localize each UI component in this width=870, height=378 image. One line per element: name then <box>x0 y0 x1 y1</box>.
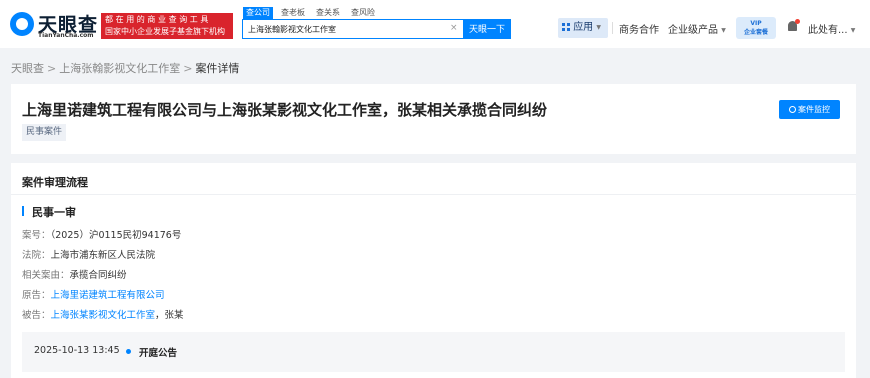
slogan-line-2: 国家中小企业发展子基金旗下机构 <box>105 27 225 36</box>
vip-diamond-icon: VIP <box>750 20 762 27</box>
stage-marker <box>22 206 24 216</box>
clear-icon[interactable]: × <box>450 23 458 33</box>
nav-business[interactable]: 商务合作 <box>619 21 659 36</box>
breadcrumb-company[interactable]: 上海张翰影视文化工作室 <box>59 62 180 75</box>
case-monitor-button[interactable]: 案件监控 <box>779 100 840 119</box>
plaintiff-link[interactable]: 上海里诺建筑工程有限公司 <box>51 290 165 301</box>
breadcrumb-separator: > <box>47 62 57 75</box>
timeline-date: 2025-10-13 13:45 <box>34 345 120 356</box>
apps-grid-icon <box>562 23 570 31</box>
defendant-row: 被告：上海张某影视文化工作室，张某 <box>22 307 184 321</box>
chevron-down-icon: ▼ <box>721 27 726 34</box>
search-input[interactable] <box>248 20 438 38</box>
breadcrumb-separator: > <box>183 62 193 75</box>
tab-relation[interactable]: 查关系 <box>313 7 343 19</box>
tab-risk[interactable]: 查风险 <box>348 7 378 19</box>
logo-subtext: TianYanCha.com <box>38 32 94 39</box>
chevron-down-icon: ▼ <box>850 27 856 34</box>
slogan-banner: 都在用的商业查询工具 国家中小企业发展子基金旗下机构 <box>101 13 233 39</box>
user-label: 此处有... <box>808 25 848 36</box>
logo-eye-icon <box>10 12 34 36</box>
tab-company[interactable]: 查公司 <box>243 7 273 19</box>
breadcrumb-home[interactable]: 天眼查 <box>11 62 44 75</box>
cause-key: 相关案由： <box>22 270 70 281</box>
stage-title: 民事一审 <box>32 206 76 219</box>
apps-menu[interactable]: 应用 ▼ <box>558 18 608 38</box>
notification-dot <box>795 19 800 24</box>
page-title: 上海里诺建筑工程有限公司与上海张某影视文化工作室，张某相关承揽合同纠纷 <box>22 101 548 119</box>
defendant-separator: ， <box>155 310 165 321</box>
breadcrumb: 天眼查 > 上海张翰影视文化工作室 > 案件详情 <box>11 60 239 76</box>
breadcrumb-current: 案件详情 <box>195 62 240 75</box>
court-value: 上海市浦东新区人民法院 <box>50 250 156 261</box>
location-icon <box>789 106 796 113</box>
case-number-row: 案号：（2025）沪0115民初94176号 <box>22 227 181 241</box>
defendant-company-link[interactable]: 上海张某影视文化工作室 <box>51 310 156 321</box>
apps-label: 应用 <box>573 22 594 33</box>
vip-label: 企业套餐 <box>743 29 768 36</box>
section-divider <box>11 194 856 195</box>
plaintiff-row: 原告：上海里诺建筑工程有限公司 <box>22 287 165 301</box>
vip-badge[interactable]: VIP 企业套餐 <box>736 17 776 39</box>
nav-enterprise-products[interactable]: 企业级产品 ▼ <box>668 21 726 36</box>
case-type-tag: 民事案件 <box>22 124 67 141</box>
section-title: 案件审理流程 <box>22 176 88 189</box>
case-process-card: 案件审理流程 民事一审 案号：（2025）沪0115民初94176号 法院：上海… <box>11 163 856 378</box>
court-row: 法院：上海市浦东新区人民法院 <box>22 247 155 261</box>
nav-enterprise-label: 企业级产品 <box>668 25 718 36</box>
slogan-line-1: 都在用的商业查询工具 <box>105 15 211 24</box>
search-tabs: 查公司 查老板 查关系 查风险 <box>243 7 378 19</box>
chevron-down-icon: ▼ <box>596 24 601 31</box>
top-header: 天眼查 TianYanCha.com 都在用的商业查询工具 国家中小企业发展子基… <box>0 0 870 48</box>
cause-value: 承揽合同纠纷 <box>69 270 127 281</box>
timeline-item: 2025-10-13 13:45 开庭公告 <box>22 332 845 372</box>
case-monitor-label: 案件监控 <box>798 105 830 114</box>
timeline-dot-icon <box>126 349 131 354</box>
tianyancha-logo[interactable]: 天眼查 TianYanCha.com <box>10 10 98 40</box>
plaintiff-key: 原告： <box>22 290 51 301</box>
case-number-value: （2025）沪0115民初94176号 <box>50 230 182 241</box>
search-box: × <box>242 19 464 39</box>
nav-divider <box>612 22 613 34</box>
case-title-card: 上海里诺建筑工程有限公司与上海张某影视文化工作室，张某相关承揽合同纠纷 民事案件… <box>11 84 856 154</box>
court-key: 法院： <box>22 250 51 261</box>
cause-row: 相关案由：承揽合同纠纷 <box>22 267 127 281</box>
search-button[interactable]: 天眼一下 <box>463 19 511 39</box>
tab-boss[interactable]: 查老板 <box>278 7 308 19</box>
defendant-key: 被告： <box>22 310 51 321</box>
defendant-person: 张某 <box>164 310 184 321</box>
timeline-event[interactable]: 开庭公告 <box>139 345 177 359</box>
case-number-key: 案号： <box>22 230 51 241</box>
user-menu[interactable]: 此处有... ▼ <box>808 21 855 36</box>
